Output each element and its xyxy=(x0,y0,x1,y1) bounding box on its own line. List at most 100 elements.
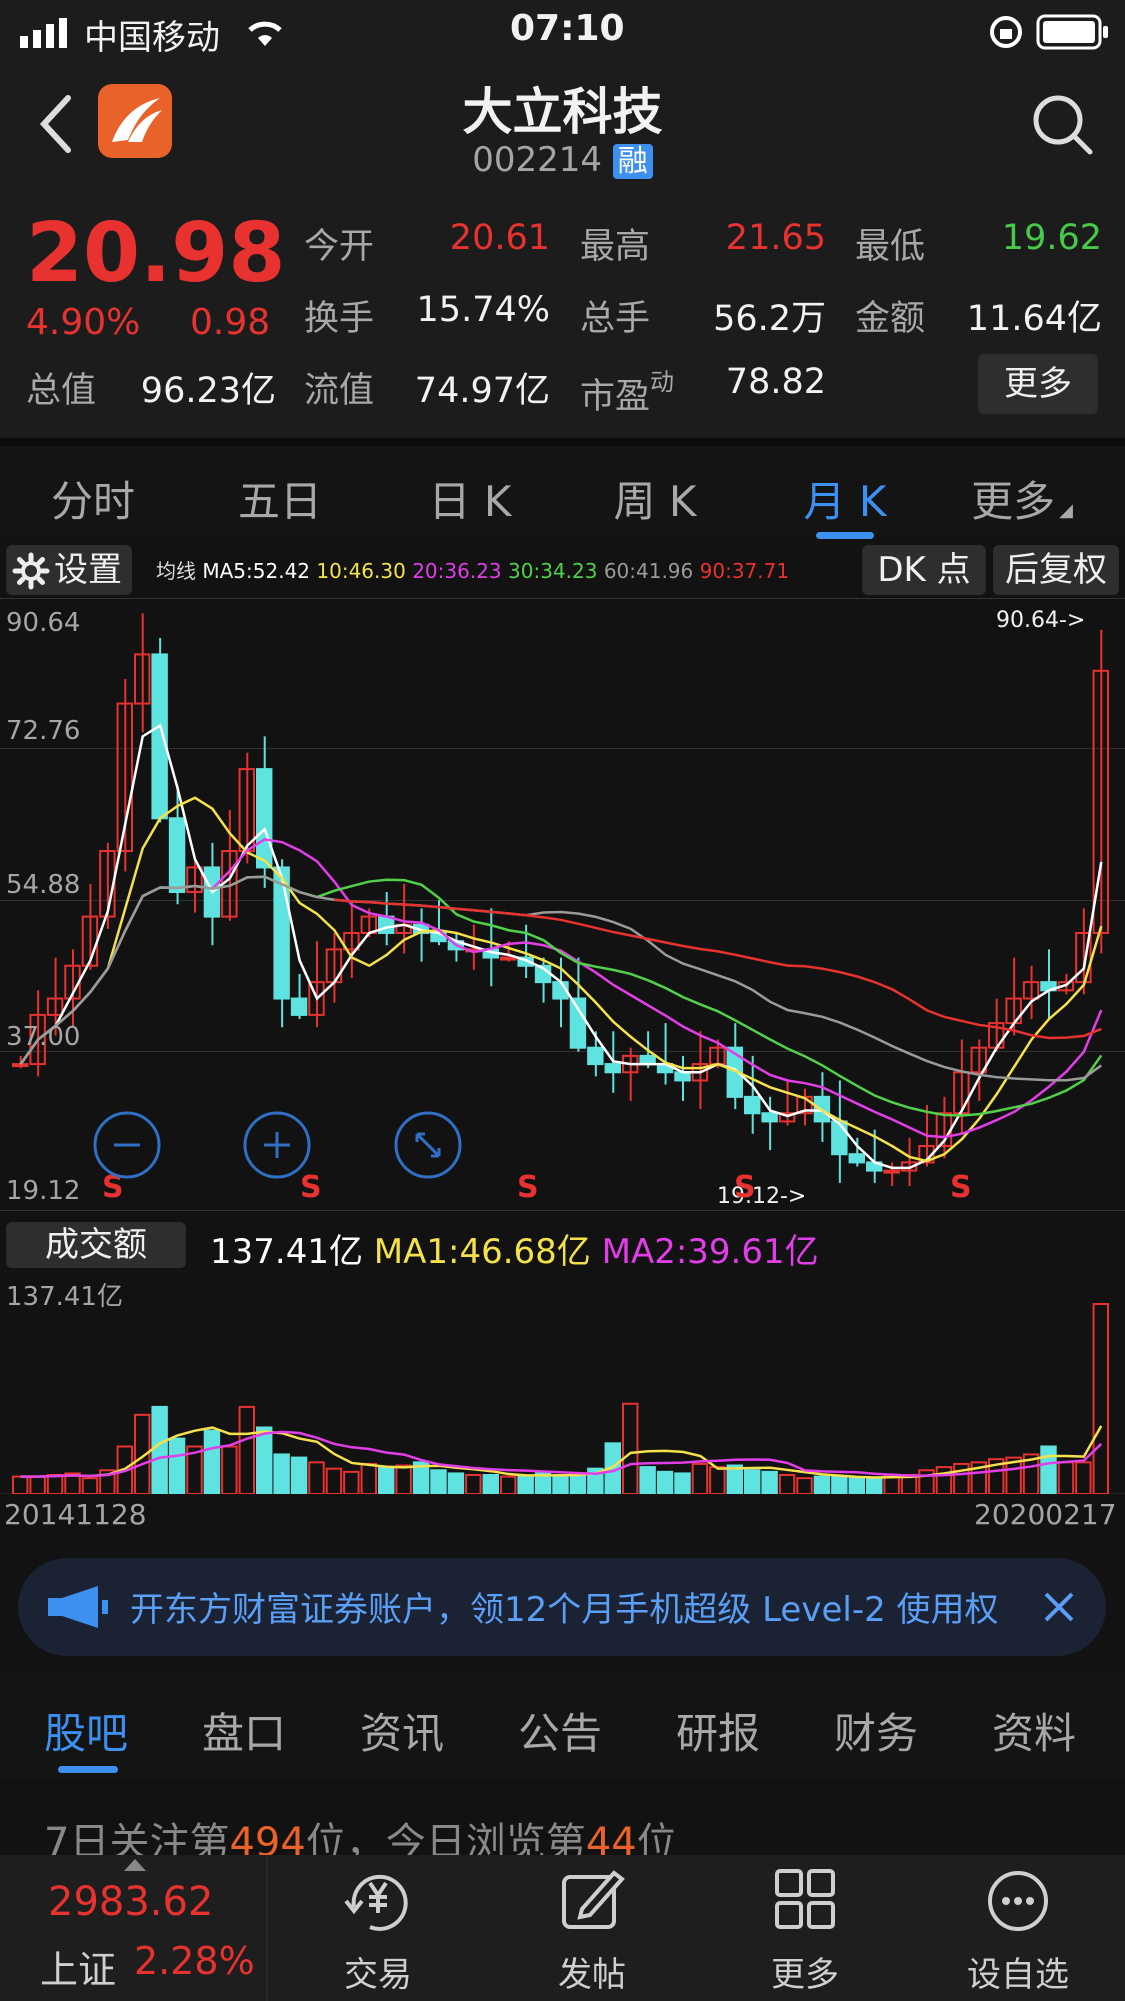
candle-body xyxy=(290,997,308,1016)
zoom-out-icon[interactable] xyxy=(92,1110,162,1180)
page-title: 大立科技 xyxy=(462,83,663,141)
wifi-icon xyxy=(248,21,282,46)
fullscreen-icon[interactable] xyxy=(393,1110,463,1180)
tab-announcements[interactable]: 公告 xyxy=(500,1700,620,1761)
volume-bar xyxy=(168,1437,186,1495)
sell-marker: S xyxy=(950,1170,972,1205)
volume-value: 137.41亿 xyxy=(210,1232,363,1272)
margin-badge: 融 xyxy=(612,144,653,179)
volume-bar xyxy=(395,1464,412,1495)
volume-bar xyxy=(656,1470,674,1495)
tab-monthly-k[interactable]: 月 K xyxy=(770,468,920,529)
sell-marker: S xyxy=(517,1170,539,1205)
index-name: 上证 xyxy=(40,1948,117,1992)
candle-body xyxy=(168,817,186,894)
close-icon[interactable] xyxy=(1042,1590,1076,1624)
volume-bar xyxy=(813,1475,831,1495)
volume-bar xyxy=(46,1474,64,1495)
tab-daily-k[interactable]: 日 K xyxy=(395,468,545,529)
dock-post-label: 发帖 xyxy=(558,1955,626,1995)
volume-bar xyxy=(778,1474,796,1495)
volume-bar xyxy=(761,1470,778,1495)
ma-legend-row: 设置 均线 MA5:52.42 10:46.30 20:36.23 30:34.… xyxy=(0,545,1125,595)
edit-icon xyxy=(562,1870,625,1929)
volume-bar xyxy=(831,1475,848,1495)
tab-forum[interactable]: 股吧 xyxy=(26,1700,146,1761)
dock-trade[interactable]: 交易 xyxy=(308,1865,448,1996)
index-widget[interactable]: 2983.62 上证 2.28% xyxy=(0,1855,268,2001)
volume-bar xyxy=(953,1462,970,1496)
low-value: 19.62 xyxy=(1001,218,1102,258)
bottom-dock: 2983.62 上证 2.28% 交易 发帖 更多 设自选 xyxy=(0,1855,1125,2001)
volume-bar xyxy=(622,1402,639,1495)
dock-post[interactable]: 发帖 xyxy=(522,1865,662,1996)
ma-values: 均线 MA5:52.42 10:46.30 20:36.23 30:34.23 … xyxy=(156,555,789,584)
open-label: 今开 xyxy=(304,227,375,267)
volume-chart[interactable]: 137.41亿 20141128 20200217 xyxy=(0,1274,1125,1531)
active-tab-indicator xyxy=(816,532,874,539)
volume-bar xyxy=(796,1477,813,1496)
volume-bar xyxy=(848,1477,865,1496)
amount-value: 11.64亿 xyxy=(966,299,1102,339)
k-line-chart[interactable]: 90.64 72.76 54.88 37.00 19.12 90.64-> 19… xyxy=(0,598,1125,1218)
volume-bar xyxy=(517,1475,534,1495)
volume-bar xyxy=(935,1466,953,1495)
volume-bar xyxy=(203,1429,221,1496)
mcap-label: 总值 xyxy=(26,371,97,411)
megaphone-icon xyxy=(48,1586,108,1628)
volume-bar xyxy=(883,1475,900,1495)
dk-point-button[interactable]: DK 点 xyxy=(862,545,986,595)
volume-bar xyxy=(552,1474,569,1495)
ellipsis-circle-icon xyxy=(988,1871,1048,1931)
period-tabs: 分时 五日 日 K 周 K 月 K 更多 ◢ xyxy=(0,438,1125,539)
dock-add-watchlist[interactable]: 设自选 xyxy=(948,1865,1088,1996)
tab-order-book[interactable]: 盘口 xyxy=(184,1700,304,1761)
volume-bar xyxy=(29,1475,46,1495)
tab-financials[interactable]: 财务 xyxy=(816,1700,936,1761)
zoom-in-icon[interactable] xyxy=(242,1110,312,1180)
y-label-max: 90.64 xyxy=(6,608,81,638)
tab-research[interactable]: 研报 xyxy=(658,1700,778,1761)
volume-bar xyxy=(273,1453,290,1496)
high-value: 21.65 xyxy=(725,218,826,258)
amount-label: 金额 xyxy=(855,299,926,339)
volume-bar xyxy=(500,1475,517,1495)
volume-ma2: MA2:39.61亿 xyxy=(601,1232,819,1272)
candle-body xyxy=(587,1046,604,1066)
high-label: 最高 xyxy=(580,227,651,267)
info-tabs: 股吧 盘口 资讯 公告 研报 财务 资料 xyxy=(0,1670,1125,1780)
adjust-button[interactable]: 后复权 xyxy=(993,545,1119,595)
tab-profile[interactable]: 资料 xyxy=(974,1700,1094,1761)
turnover-label: 换手 xyxy=(304,299,375,339)
tab-news[interactable]: 资讯 xyxy=(342,1700,462,1761)
search-icon[interactable] xyxy=(1030,92,1096,158)
stock-header: 大立科技 002214 融 xyxy=(0,64,1125,194)
volume-bar xyxy=(81,1477,99,1496)
volume-type-button[interactable]: 成交额 xyxy=(6,1222,186,1268)
candle-body xyxy=(12,1063,29,1068)
volume-bar xyxy=(866,1477,883,1496)
y-label-2: 72.76 xyxy=(6,716,81,746)
candle-body xyxy=(744,1095,761,1115)
candlestick-svg xyxy=(0,598,1125,1211)
volume-bar xyxy=(691,1462,709,1496)
tab-weekly-k[interactable]: 周 K xyxy=(580,468,730,529)
volume-bar xyxy=(360,1462,378,1496)
volume-bar xyxy=(378,1466,395,1495)
rotation-lock-icon xyxy=(990,16,1022,48)
volume-label: 总手 xyxy=(580,299,651,339)
change-pct: 4.90% xyxy=(26,302,141,343)
promo-text: 开东方财富证券账户，领12个月手机超级 Level-2 使用权 xyxy=(130,1590,999,1630)
mcap-value: 96.23亿 xyxy=(140,371,276,411)
tab-intraday[interactable]: 分时 xyxy=(18,468,168,529)
candle-body xyxy=(883,1169,900,1174)
promo-banner[interactable]: 开东方财富证券账户，领12个月手机超级 Level-2 使用权 xyxy=(18,1558,1106,1656)
settings-button[interactable]: 设置 xyxy=(6,545,132,595)
stock-code: 002214 xyxy=(472,140,602,180)
tab-more[interactable]: 更多 ◢ xyxy=(947,468,1097,529)
dock-more[interactable]: 更多 xyxy=(735,1865,875,1996)
volume-bar xyxy=(482,1474,500,1495)
more-quote-button[interactable]: 更多 xyxy=(978,354,1098,414)
volume-bar xyxy=(1092,1303,1109,1495)
tab-five-day[interactable]: 五日 xyxy=(205,468,355,529)
